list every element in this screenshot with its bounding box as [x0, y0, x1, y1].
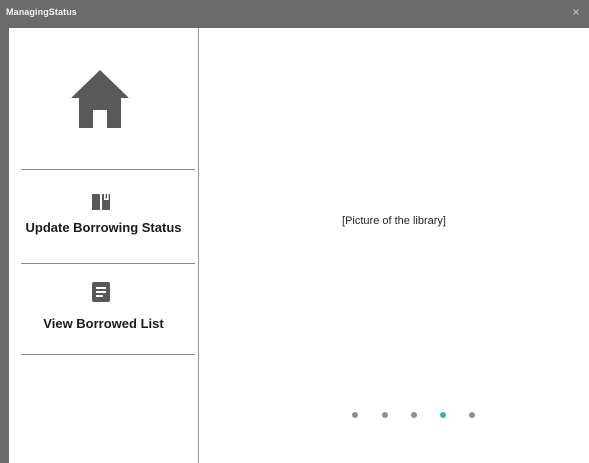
title-bar[interactable]: ManagingStatus × [0, 0, 589, 28]
carousel-pagination [344, 412, 475, 420]
home-icon [71, 70, 129, 128]
carousel-dot-active[interactable] [440, 412, 446, 418]
window-left-border [0, 28, 9, 463]
book-icon [92, 194, 110, 210]
list-icon [92, 282, 110, 302]
window-title: ManagingStatus [6, 7, 77, 17]
sidebar-divider [21, 354, 195, 355]
app-window: ManagingStatus × Update Borrowing Status [0, 0, 589, 463]
home-button[interactable] [9, 28, 198, 170]
view-borrowed-list-button[interactable]: View Borrowed List [9, 264, 198, 354]
carousel-dot[interactable] [469, 412, 475, 418]
update-borrowing-status-button[interactable]: Update Borrowing Status [9, 170, 198, 263]
view-borrowed-list-label: View Borrowed List [43, 316, 164, 331]
carousel-dot[interactable] [411, 412, 417, 418]
close-button[interactable]: × [569, 5, 583, 19]
main-content: [Picture of the library] [199, 28, 589, 463]
carousel-dot[interactable] [382, 412, 388, 418]
sidebar: Update Borrowing Status View Borrowed Li… [9, 28, 199, 463]
library-picture-placeholder: [Picture of the library] [342, 215, 446, 227]
carousel-dot[interactable] [352, 412, 358, 418]
update-borrowing-status-label: Update Borrowing Status [25, 220, 182, 235]
